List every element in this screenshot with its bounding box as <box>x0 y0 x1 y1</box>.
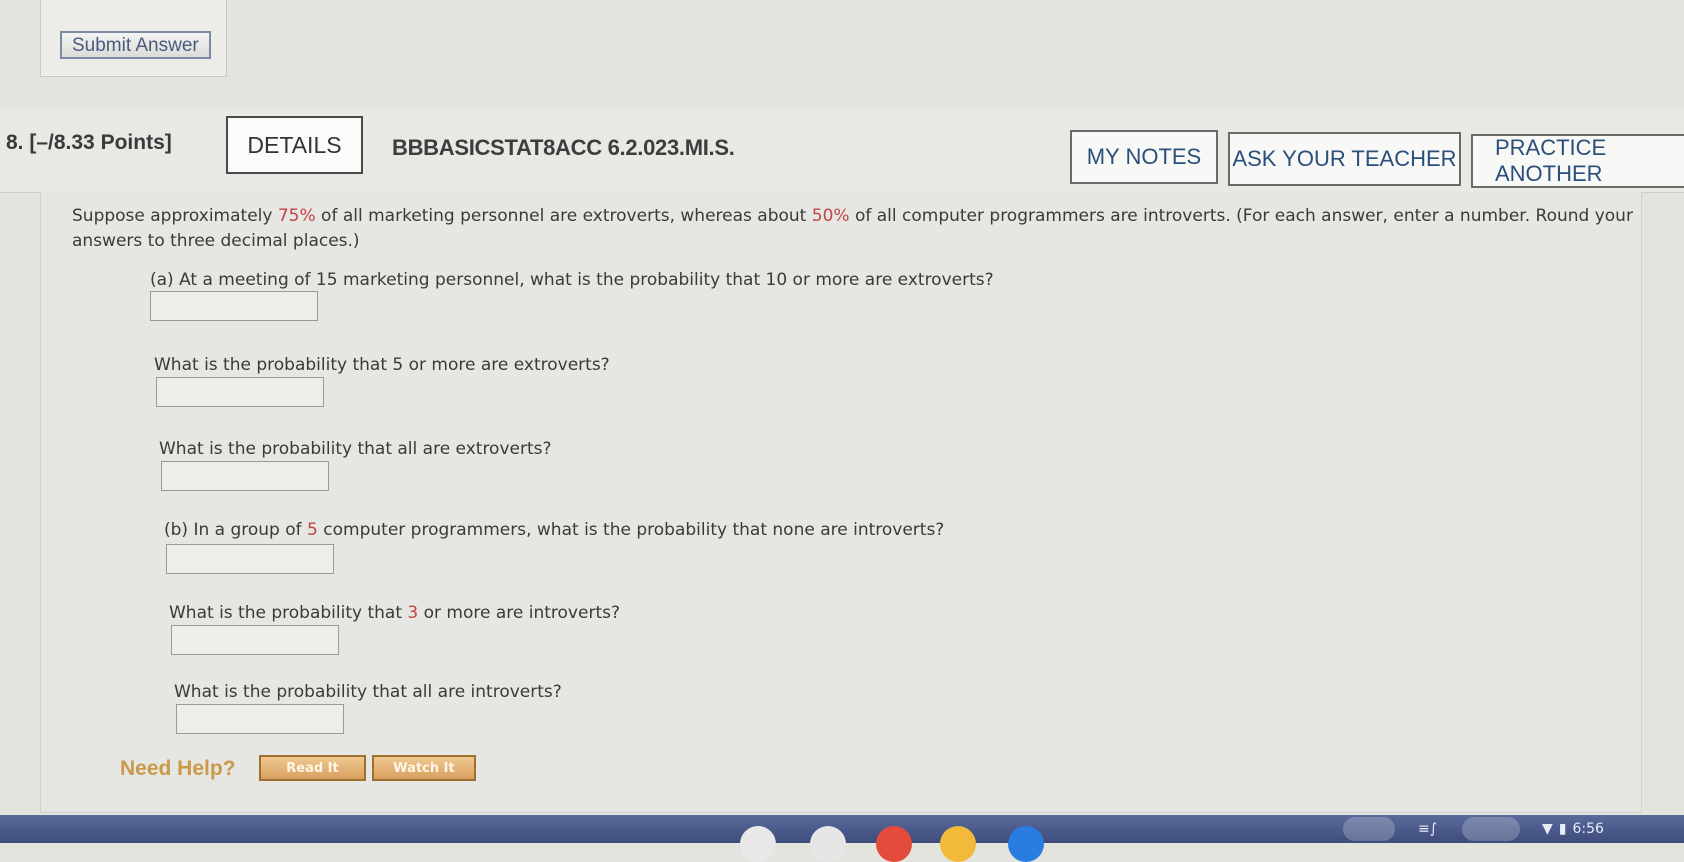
question-b3: What is the probability that all are int… <box>174 682 562 702</box>
clipboard-icon[interactable]: ≡∫ <box>1418 815 1437 843</box>
question-text: (b) In a group of <box>164 520 308 540</box>
points-label: [–/8.33 Points] <box>29 131 172 154</box>
wifi-icon: ▼ <box>1542 821 1553 837</box>
answer-input-a1[interactable] <box>150 291 318 321</box>
need-help-label: Need Help? <box>120 757 236 780</box>
read-it-button[interactable]: Read It <box>259 755 366 781</box>
drive-icon[interactable] <box>940 826 976 862</box>
answer-input-b3[interactable] <box>176 704 344 734</box>
question-text: or more are introverts? <box>418 603 620 623</box>
media-controls-icon[interactable] <box>1462 817 1520 841</box>
my-notes-button[interactable]: MY NOTES <box>1070 130 1218 184</box>
answer-input-b2[interactable] <box>171 625 339 655</box>
question-b2: What is the probability that 3 or more a… <box>169 603 620 623</box>
watch-it-button[interactable]: Watch It <box>372 755 476 781</box>
question-text: What is the probability that <box>169 603 408 623</box>
problem-code: BBBASICSTAT8ACC 6.2.023.MI.S. <box>392 135 735 160</box>
question-a2: What is the probability that 5 or more a… <box>154 355 610 375</box>
intro-text: of all marketing personnel are extrovert… <box>315 206 812 226</box>
question-a1: (a) At a meeting of 15 marketing personn… <box>150 270 994 290</box>
introvert-threshold: 3 <box>407 603 419 623</box>
submit-answer-button[interactable]: Submit Answer <box>60 31 211 59</box>
problem-statement: Suppose approximately 75% of all marketi… <box>72 204 1652 254</box>
answer-input-a3[interactable] <box>161 461 329 491</box>
app-launcher-icon[interactable] <box>740 826 776 862</box>
details-button[interactable]: DETAILS <box>226 116 363 174</box>
practice-another-button[interactable]: PRACTICE ANOTHER <box>1471 134 1684 188</box>
answer-input-a2[interactable] <box>156 377 324 407</box>
battery-icon: ▮ <box>1558 821 1567 837</box>
question-number: 8. <box>6 131 24 154</box>
ask-your-teacher-button[interactable]: ASK YOUR TEACHER <box>1228 132 1461 186</box>
screen-capture-icon[interactable] <box>1343 817 1395 841</box>
intro-text: Suppose approximately <box>72 206 278 226</box>
gmail-icon[interactable] <box>876 826 912 862</box>
question-points: 8. [–/8.33 Points] <box>6 131 172 155</box>
question-b1: (b) In a group of 5 computer programmers… <box>164 520 944 540</box>
introvert-percent: 50% <box>811 206 850 226</box>
chrome-icon[interactable] <box>810 826 846 862</box>
system-tray[interactable]: ▼ ▮ 6:56 <box>1542 815 1604 843</box>
files-icon[interactable] <box>1008 826 1044 862</box>
question-a3: What is the probability that all are ext… <box>159 439 552 459</box>
clock: 6:56 <box>1572 821 1604 837</box>
answer-input-b1[interactable] <box>166 544 334 574</box>
extrovert-percent: 75% <box>277 206 316 226</box>
programmer-count: 5 <box>307 520 318 540</box>
question-text: computer programmers, what is the probab… <box>317 520 945 540</box>
